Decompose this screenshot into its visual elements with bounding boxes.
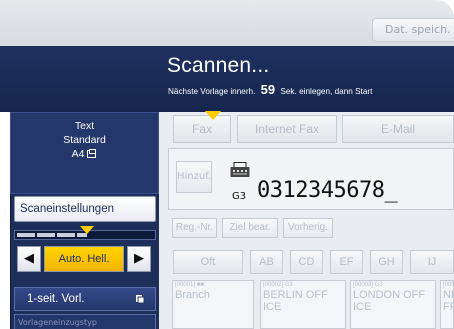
scan-settings-button[interactable]: Scaneinstellungen xyxy=(14,196,156,222)
tab-ab[interactable]: AB xyxy=(250,250,283,274)
countdown-seconds: 59 xyxy=(260,82,276,97)
tab-fax[interactable]: Fax xyxy=(173,115,231,143)
tab-ij[interactable]: IJ xyxy=(410,250,454,274)
page-icon xyxy=(136,295,145,304)
fax-machine-icon xyxy=(230,162,250,177)
entry-name: BERLIN OFF xyxy=(263,289,328,301)
tab-cd[interactable]: CD xyxy=(290,250,323,274)
fax-number-field[interactable]: 0312345678_ xyxy=(257,178,398,203)
entry-name-cont: ICE xyxy=(263,301,282,313)
density-marker-icon xyxy=(80,226,94,234)
page-title: Scannen... xyxy=(167,54,270,77)
entry-name-cont: ICE xyxy=(353,301,372,313)
entry-name-cont: FF xyxy=(443,301,453,313)
tab-gh[interactable]: GH xyxy=(370,250,403,274)
density-segment xyxy=(57,233,75,237)
destination-entry[interactable]: [00002] G3 BERLIN OFF ICE xyxy=(260,280,346,329)
tab-email[interactable]: E-Mail xyxy=(342,115,454,143)
entry-name: NE xyxy=(443,289,453,301)
status-message-prefix: Nächste Vorlage innerh. xyxy=(168,87,256,96)
destination-entry[interactable]: [00003] G3 LONDON OFF ICE xyxy=(350,280,436,329)
destination-entry[interactable]: [00001] ■■ Branch xyxy=(172,280,254,329)
entry-name: Branch xyxy=(175,289,210,301)
store-file-button[interactable]: Dat. speich. xyxy=(372,18,454,42)
edit-destination-button[interactable]: Ziel bear. xyxy=(222,218,278,238)
settings-line-size: A4 xyxy=(11,147,158,161)
entry-code: [00001] ■■ xyxy=(175,282,204,288)
status-message-suffix: Sek. einlegen, dann Start xyxy=(280,87,373,96)
entry-code: [00002] G3 xyxy=(263,282,293,288)
registration-number-button[interactable]: Reg.-Nr. xyxy=(172,218,217,238)
line-type-label: G3 xyxy=(232,191,247,202)
settings-line-type: Text xyxy=(74,120,95,132)
tab-ef[interactable]: EF xyxy=(330,250,363,274)
original-feed-type-button[interactable]: Vorlageneinzugstyp xyxy=(14,314,156,329)
tab-internet-fax[interactable]: Internet Fax xyxy=(237,115,337,143)
destination-entry[interactable]: [00004] G3 NE FF xyxy=(440,280,454,329)
density-segment xyxy=(37,233,55,237)
entry-code: [00003] G3 xyxy=(353,282,383,288)
paper-orientation-icon xyxy=(87,149,97,158)
one-sided-label: 1-seit. Vorl. xyxy=(27,293,85,305)
scan-settings-summary: Text Standard A4 xyxy=(10,112,159,194)
tab-selected-marker-icon xyxy=(205,111,221,120)
add-destination-button[interactable]: Hinzuf. xyxy=(176,161,212,193)
density-lighter-button[interactable]: ◀ xyxy=(17,246,41,272)
auto-density-button[interactable]: Auto. Hell. xyxy=(44,246,124,272)
tab-frequent[interactable]: Oft xyxy=(173,250,243,274)
previous-destination-button[interactable]: Vorherig. xyxy=(283,218,333,238)
density-segment xyxy=(17,233,35,237)
settings-line-resolution: Standard xyxy=(63,134,106,146)
entry-code: [00004] G3 xyxy=(443,282,453,288)
one-sided-original-button[interactable]: 1-seit. Vorl. xyxy=(14,287,156,311)
entry-name: LONDON OFF xyxy=(353,289,426,301)
status-message: Nächste Vorlage innerh. 59 Sek. einlegen… xyxy=(168,82,372,97)
density-darker-button[interactable]: ▶ xyxy=(127,246,151,272)
